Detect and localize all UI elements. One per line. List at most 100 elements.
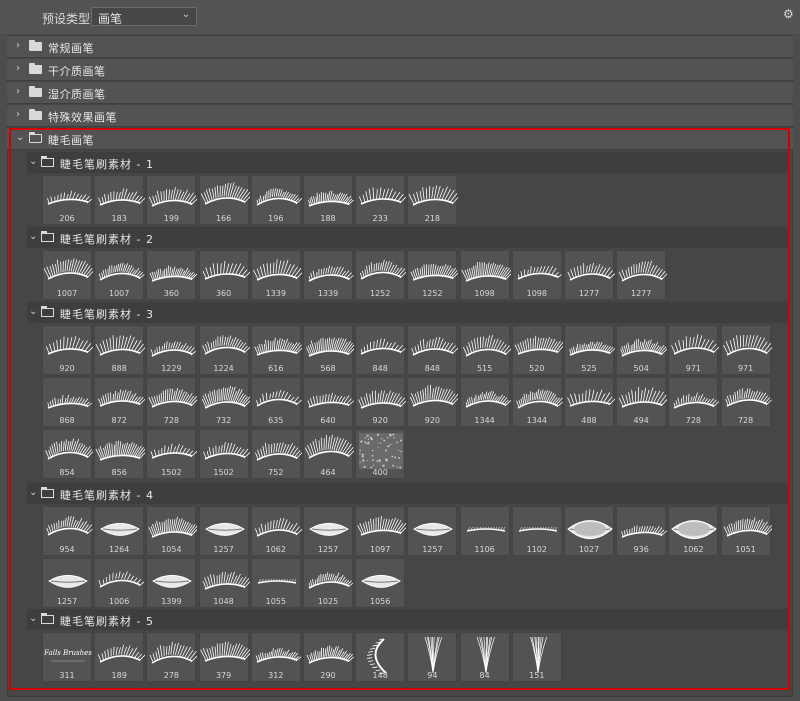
preset-group-row[interactable]: › 干介质画笔 [7, 59, 793, 81]
brush-tile[interactable]: 189 [94, 632, 146, 682]
brush-tile[interactable]: 1055 [250, 558, 301, 608]
brush-tile[interactable]: 732 [198, 377, 250, 427]
brush-tile[interactable]: 936 [616, 506, 668, 556]
brush-tile[interactable]: 1054 [146, 506, 198, 556]
brush-tile[interactable]: 568 [303, 325, 354, 375]
brush-tile[interactable]: 1097 [355, 506, 407, 556]
brush-tile[interactable]: 854 [42, 429, 93, 479]
brush-tile[interactable]: 379 [198, 632, 250, 682]
brush-tile[interactable]: 1062 [250, 506, 302, 556]
brush-tile[interactable]: 196 [250, 175, 302, 225]
preset-group-row[interactable]: › 特殊效果画笔 [7, 105, 793, 127]
brush-tile[interactable]: 488 [564, 377, 615, 427]
brush-tile[interactable]: 868 [42, 377, 93, 427]
brush-tile[interactable]: 1502 [146, 429, 198, 479]
brush-tile[interactable]: 640 [303, 377, 354, 427]
brush-tile[interactable]: 1007 [94, 250, 145, 300]
preset-group-row[interactable]: › 湿介质画笔 [7, 82, 793, 104]
chevron-right-icon[interactable]: › [16, 63, 20, 74]
chevron-right-icon[interactable]: › [16, 109, 20, 120]
chevron-down-icon[interactable]: ⌄ [29, 487, 37, 498]
brush-tile[interactable]: 1224 [198, 325, 250, 375]
brush-tile[interactable]: 504 [616, 325, 668, 375]
preset-type-select[interactable]: 画笔 ⌄ [91, 7, 197, 26]
brush-tile[interactable]: 1339 [303, 250, 354, 300]
brush-tile[interactable]: 1006 [94, 558, 145, 608]
brush-tile[interactable]: 400 [355, 429, 406, 479]
brush-tile[interactable]: 728 [668, 377, 720, 427]
preset-group-row[interactable]: › 常规画笔 [7, 36, 793, 58]
brush-tile[interactable]: 1252 [355, 250, 407, 300]
chevron-down-icon[interactable]: ⌄ [16, 132, 24, 143]
brush-tile[interactable]: 1106 [459, 506, 510, 556]
brush-tile[interactable]: Falls Brushes 311 [42, 632, 92, 682]
brush-tile[interactable]: 1257 [407, 506, 458, 556]
brush-tile[interactable]: 360 [198, 250, 250, 300]
brush-tile[interactable]: 199 [146, 175, 198, 225]
brush-tile[interactable]: 1056 [355, 558, 406, 608]
brush-tile[interactable]: 1229 [146, 325, 197, 375]
brush-tile[interactable]: 525 [564, 325, 615, 375]
brush-tile[interactable]: 616 [250, 325, 302, 375]
brush-tile[interactable]: 148 [355, 632, 406, 682]
brush-tile[interactable]: 1025 [303, 558, 354, 608]
brush-tile[interactable]: 1257 [42, 558, 92, 608]
chevron-down-icon[interactable]: ⌄ [29, 156, 37, 167]
brush-tile[interactable]: 464 [303, 429, 354, 479]
chevron-down-icon[interactable]: ⌄ [29, 231, 37, 242]
brush-tile[interactable]: 515 [459, 325, 511, 375]
brush-tile[interactable]: 1027 [564, 506, 614, 556]
brush-tile[interactable]: 1257 [198, 506, 249, 556]
preset-subgroup-row[interactable]: ⌄ 睫毛笔刷素材 - 1 [27, 152, 789, 173]
brush-tile[interactable]: 183 [94, 175, 146, 225]
brush-tile[interactable]: 1007 [42, 250, 93, 300]
chevron-down-icon[interactable]: ⌄ [29, 613, 37, 624]
brush-tile[interactable]: 1399 [146, 558, 197, 608]
brush-tile[interactable]: 1339 [250, 250, 302, 300]
brush-tile[interactable]: 233 [355, 175, 407, 225]
brush-tile[interactable]: 728 [146, 377, 198, 427]
brush-tile[interactable]: 188 [303, 175, 354, 225]
brush-tile[interactable]: 1252 [407, 250, 459, 300]
brush-tile[interactable]: 1051 [720, 506, 772, 556]
brush-tile[interactable]: 1102 [511, 506, 562, 556]
brush-tile[interactable]: 920 [407, 377, 459, 427]
preset-subgroup-row[interactable]: ⌄ 睫毛笔刷素材 - 2 [27, 227, 789, 248]
chevron-down-icon[interactable]: ⌄ [29, 306, 37, 317]
brush-tile[interactable]: 752 [250, 429, 302, 479]
brush-tile[interactable]: 1062 [668, 506, 719, 556]
brush-tile[interactable]: 872 [94, 377, 146, 427]
brush-tile[interactable]: 218 [407, 175, 459, 225]
brush-tile[interactable]: 312 [250, 632, 302, 682]
brush-tile[interactable]: 1098 [459, 250, 511, 300]
brush-tile[interactable]: 1277 [564, 250, 615, 300]
brush-tile[interactable]: 1257 [303, 506, 353, 556]
brush-tile[interactable]: 920 [42, 325, 93, 375]
brush-tile[interactable]: 94 [407, 632, 458, 682]
brush-tile[interactable]: 856 [94, 429, 146, 479]
brush-tile[interactable]: 360 [146, 250, 198, 300]
brush-tile[interactable]: 635 [250, 377, 302, 427]
brush-tile[interactable]: 520 [511, 325, 563, 375]
brush-tile[interactable]: 1048 [198, 558, 250, 608]
chevron-right-icon[interactable]: › [16, 40, 20, 51]
brush-tile[interactable]: 1502 [198, 429, 250, 479]
brush-tile[interactable]: 290 [303, 632, 354, 682]
brush-tile[interactable]: 1344 [511, 377, 563, 427]
preset-subgroup-row[interactable]: ⌄ 睫毛笔刷素材 - 3 [27, 302, 789, 323]
brush-tile[interactable]: 971 [720, 325, 772, 375]
brush-tile[interactable]: 954 [42, 506, 93, 556]
brush-tile[interactable]: 151 [511, 632, 562, 682]
brush-tile[interactable]: 278 [146, 632, 198, 682]
brush-tile[interactable]: 494 [616, 377, 668, 427]
brush-tile[interactable]: 1277 [616, 250, 668, 300]
brush-tile[interactable]: 1344 [459, 377, 511, 427]
preset-subgroup-row[interactable]: ⌄ 睫毛笔刷素材 - 4 [27, 483, 789, 504]
brush-tile[interactable]: 1098 [511, 250, 562, 300]
brush-tile[interactable]: 848 [407, 325, 459, 375]
brush-tile[interactable]: 1264 [94, 506, 145, 556]
brush-tile[interactable]: 166 [198, 175, 250, 225]
preset-group-row[interactable]: ⌄ 睫毛画笔 [7, 128, 793, 150]
brush-tile[interactable]: 848 [355, 325, 406, 375]
brush-tile[interactable]: 206 [42, 175, 92, 225]
